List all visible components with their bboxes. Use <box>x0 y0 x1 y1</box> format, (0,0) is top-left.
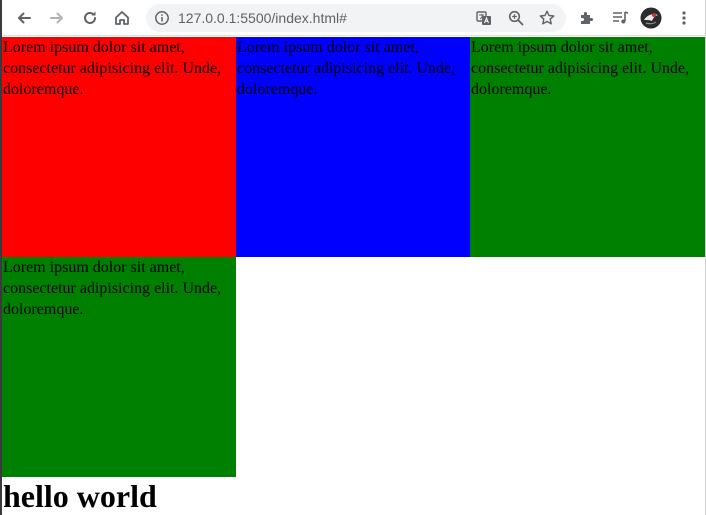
reload-button[interactable] <box>78 6 102 30</box>
box-grid: Lorem ipsum dolor sit amet, consectetur … <box>2 37 705 477</box>
home-icon <box>113 9 131 27</box>
url-text[interactable]: 127.0.0.1:5500/index.html# <box>178 4 347 32</box>
star-icon[interactable] <box>537 8 557 28</box>
browser-toolbar: 127.0.0.1:5500/index.html# <box>2 0 705 36</box>
back-button[interactable] <box>12 6 36 30</box>
zoom-icon[interactable] <box>506 8 526 28</box>
forward-button[interactable] <box>45 6 69 30</box>
page-heading: hello world <box>3 478 157 514</box>
reload-icon <box>81 9 99 27</box>
media-button[interactable] <box>608 6 632 30</box>
media-queue-icon <box>611 9 629 27</box>
address-bar[interactable]: 127.0.0.1:5500/index.html# <box>146 4 566 32</box>
page-viewport: Lorem ipsum dolor sit amet, consectetur … <box>2 37 705 515</box>
arrow-right-icon <box>48 9 66 27</box>
kebab-menu-icon <box>675 9 693 27</box>
puzzle-icon <box>578 9 596 27</box>
translate-icon[interactable] <box>474 8 494 28</box>
profile-button[interactable] <box>639 6 663 30</box>
box-green: Lorem ipsum dolor sit amet, consectetur … <box>470 37 705 257</box>
box-red: Lorem ipsum dolor sit amet, consectetur … <box>2 37 236 257</box>
box-green-second: Lorem ipsum dolor sit amet, consectetur … <box>2 257 236 477</box>
box-blue: Lorem ipsum dolor sit amet, consectetur … <box>236 37 470 257</box>
home-button[interactable] <box>110 6 134 30</box>
browser-window: 127.0.0.1:5500/index.html# Lorem ipsum d… <box>0 0 706 515</box>
avatar <box>640 7 662 29</box>
info-icon[interactable] <box>154 10 170 26</box>
arrow-left-icon <box>15 9 33 27</box>
menu-button[interactable] <box>672 6 696 30</box>
extensions-button[interactable] <box>575 6 599 30</box>
